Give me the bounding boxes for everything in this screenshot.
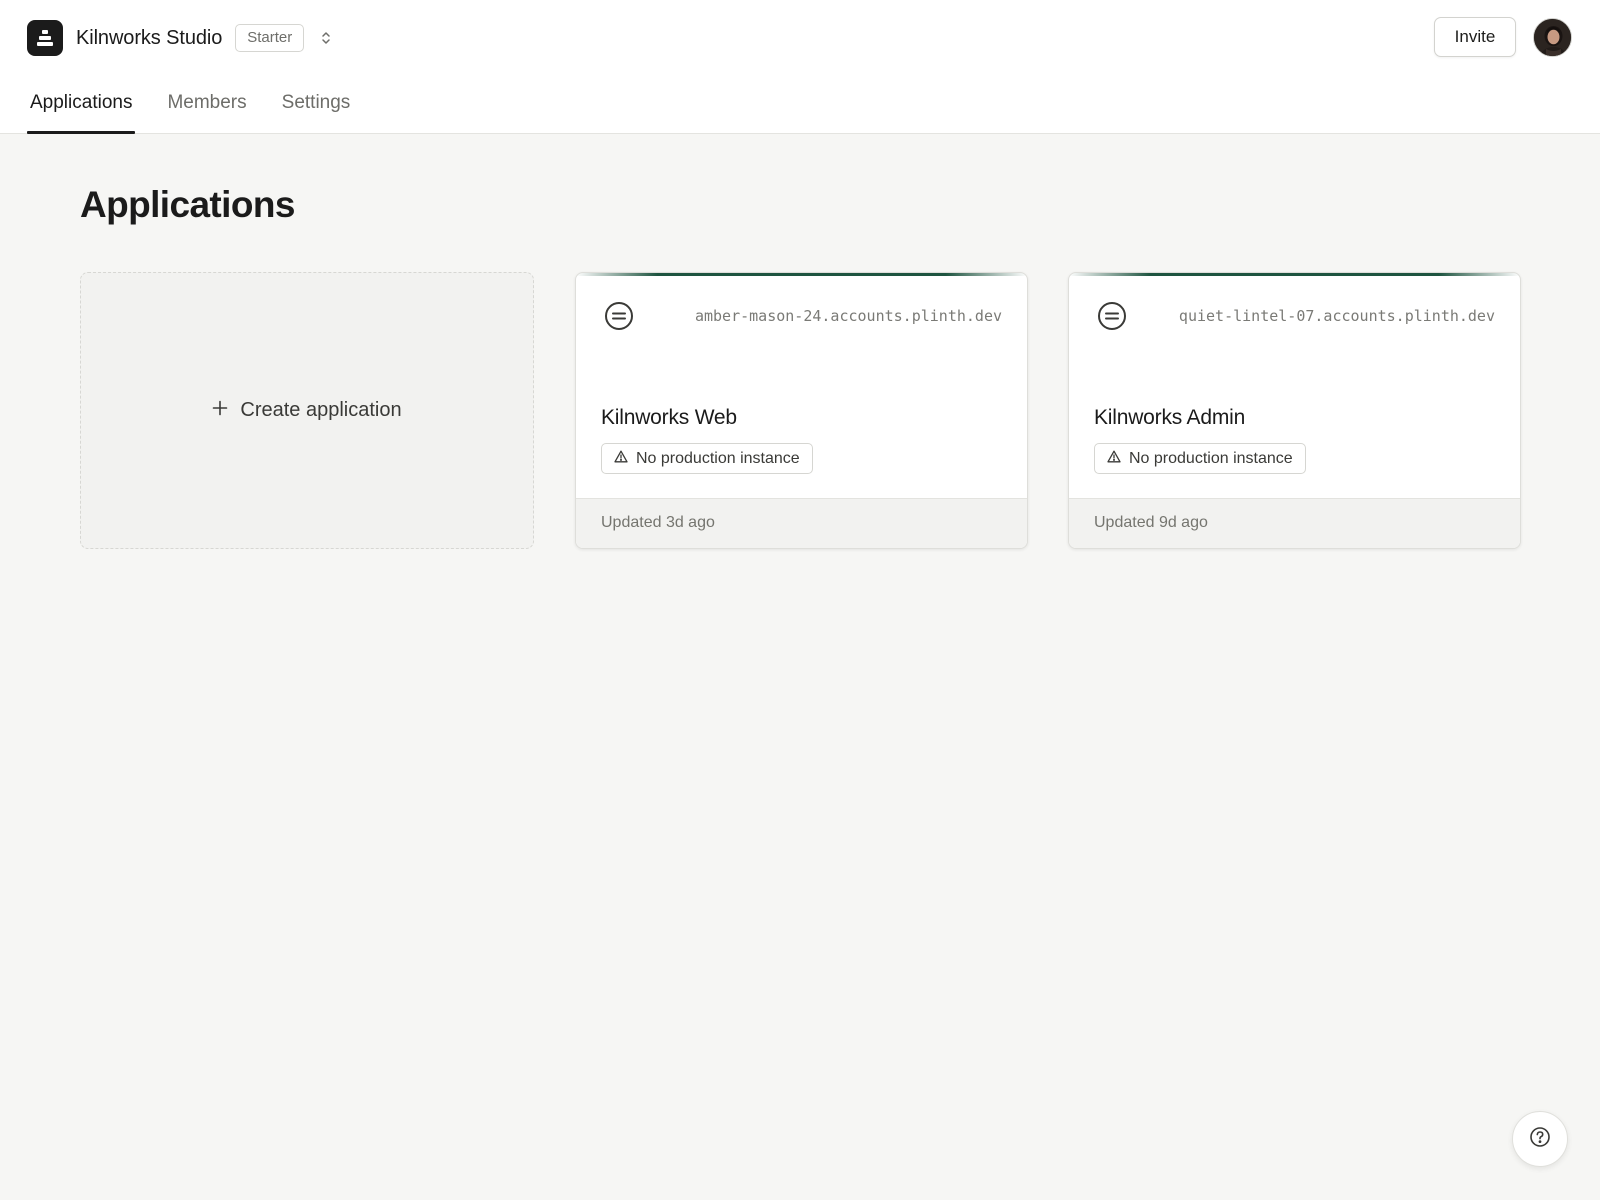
tab-members[interactable]: Members <box>164 84 249 134</box>
organization-name[interactable]: Kilnworks Studio <box>76 27 222 50</box>
status-text: No production instance <box>1129 449 1293 467</box>
application-domain[interactable]: amber-mason-24.accounts.plinth.dev <box>695 307 1002 325</box>
avatar[interactable] <box>1533 18 1572 57</box>
create-application-label: Create application <box>240 399 402 421</box>
organization-switcher: Kilnworks Studio Starter <box>27 20 338 56</box>
status-text: No production instance <box>636 449 800 467</box>
help-circle-icon <box>1529 1126 1551 1153</box>
warning-triangle-icon <box>614 450 628 468</box>
stack-logo-icon[interactable] <box>27 20 63 56</box>
create-application-content: Create application <box>212 399 402 422</box>
app-logo-icon <box>603 300 635 332</box>
main-tabs: Applications Members Settings <box>27 84 382 134</box>
card-accent <box>1069 273 1520 276</box>
updated-timestamp: Updated 9d ago <box>1094 514 1208 531</box>
plus-icon <box>212 400 228 421</box>
create-application-button[interactable]: Create application <box>80 272 534 549</box>
card-accent <box>576 273 1027 276</box>
plan-badge: Starter <box>235 24 305 52</box>
help-button[interactable] <box>1512 1111 1568 1167</box>
status-badge: No production instance <box>1094 443 1306 474</box>
page-title: Applications <box>80 184 295 225</box>
invite-button[interactable]: Invite <box>1434 17 1516 57</box>
tab-settings[interactable]: Settings <box>279 84 354 134</box>
application-name: Kilnworks Web <box>601 406 737 429</box>
application-card-kilnworks-web[interactable]: amber-mason-24.accounts.plinth.dev Kilnw… <box>575 272 1028 549</box>
chevron-up-down-icon[interactable] <box>314 26 338 50</box>
card-footer: Updated 3d ago <box>576 498 1027 548</box>
application-card-kilnworks-admin[interactable]: quiet-lintel-07.accounts.plinth.dev Kiln… <box>1068 272 1521 549</box>
warning-triangle-icon <box>1107 450 1121 468</box>
status-badge: No production instance <box>601 443 813 474</box>
application-domain[interactable]: quiet-lintel-07.accounts.plinth.dev <box>1179 307 1495 325</box>
app-logo-icon <box>1096 300 1128 332</box>
top-header: Kilnworks Studio Starter Invite Applicat… <box>0 0 1600 134</box>
application-name: Kilnworks Admin <box>1094 406 1246 429</box>
tab-applications[interactable]: Applications <box>27 84 136 134</box>
card-footer: Updated 9d ago <box>1069 498 1520 548</box>
updated-timestamp: Updated 3d ago <box>601 514 715 531</box>
